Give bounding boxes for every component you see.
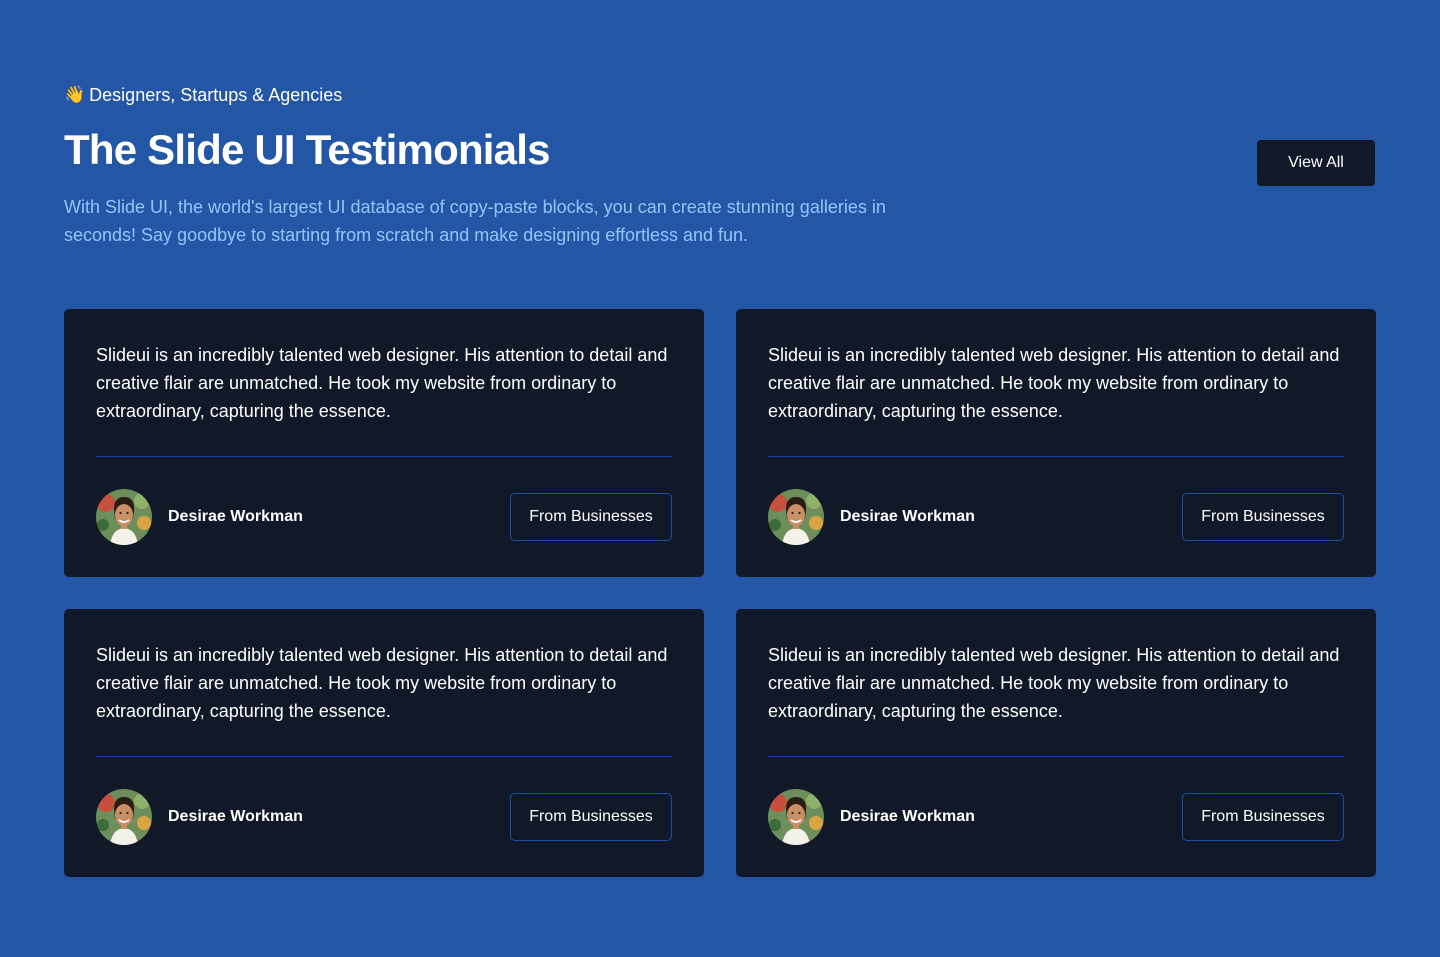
testimonial-author: Desirae Workman From Businesses (768, 789, 1344, 845)
testimonial-card: Slideui is an incredibly talented web de… (64, 609, 704, 877)
testimonial-quote: Slideui is an incredibly talented web de… (768, 345, 1340, 421)
testimonial-quote: Slideui is an incredibly talented web de… (768, 645, 1340, 721)
author-name: Desirae Workman (168, 508, 303, 525)
testimonial-card: Slideui is an incredibly talented web de… (736, 309, 1376, 577)
from-businesses-button[interactable]: From Businesses (1182, 793, 1344, 841)
avatar (96, 489, 152, 545)
from-businesses-button[interactable]: From Businesses (1182, 493, 1344, 541)
eyebrow: 👋 Designers, Startups & Agencies (64, 84, 924, 106)
card-divider (96, 456, 672, 457)
eyebrow-text: Designers, Startups & Agencies (89, 85, 343, 105)
card-divider (768, 756, 1344, 757)
avatar (96, 789, 152, 845)
section-description: With Slide UI, the world's largest UI da… (64, 197, 886, 245)
testimonial-author: Desirae Workman From Businesses (96, 789, 672, 845)
from-businesses-button[interactable]: From Businesses (510, 493, 672, 541)
testimonial-card: Slideui is an incredibly talented web de… (64, 309, 704, 577)
author-name: Desirae Workman (840, 808, 975, 825)
testimonial-author: Desirae Workman From Businesses (96, 489, 672, 545)
testimonial-author: Desirae Workman From Businesses (768, 489, 1344, 545)
card-divider (768, 456, 1344, 457)
testimonial-card: Slideui is an incredibly talented web de… (736, 609, 1376, 877)
view-all-button[interactable]: View All (1257, 140, 1375, 186)
section-header: 👋 Designers, Startups & Agencies The Sli… (64, 84, 924, 249)
from-businesses-button[interactable]: From Businesses (510, 793, 672, 841)
waving-hand-icon: 👋 (64, 85, 86, 104)
testimonial-quote: Slideui is an incredibly talented web de… (96, 345, 668, 421)
avatar (768, 789, 824, 845)
testimonials-grid: Slideui is an incredibly talented web de… (64, 309, 1376, 877)
card-divider (96, 756, 672, 757)
author-name: Desirae Workman (840, 508, 975, 525)
author-name: Desirae Workman (168, 808, 303, 825)
page-title: The Slide UI Testimonials (64, 126, 550, 173)
testimonial-quote: Slideui is an incredibly talented web de… (96, 645, 668, 721)
avatar (768, 489, 824, 545)
